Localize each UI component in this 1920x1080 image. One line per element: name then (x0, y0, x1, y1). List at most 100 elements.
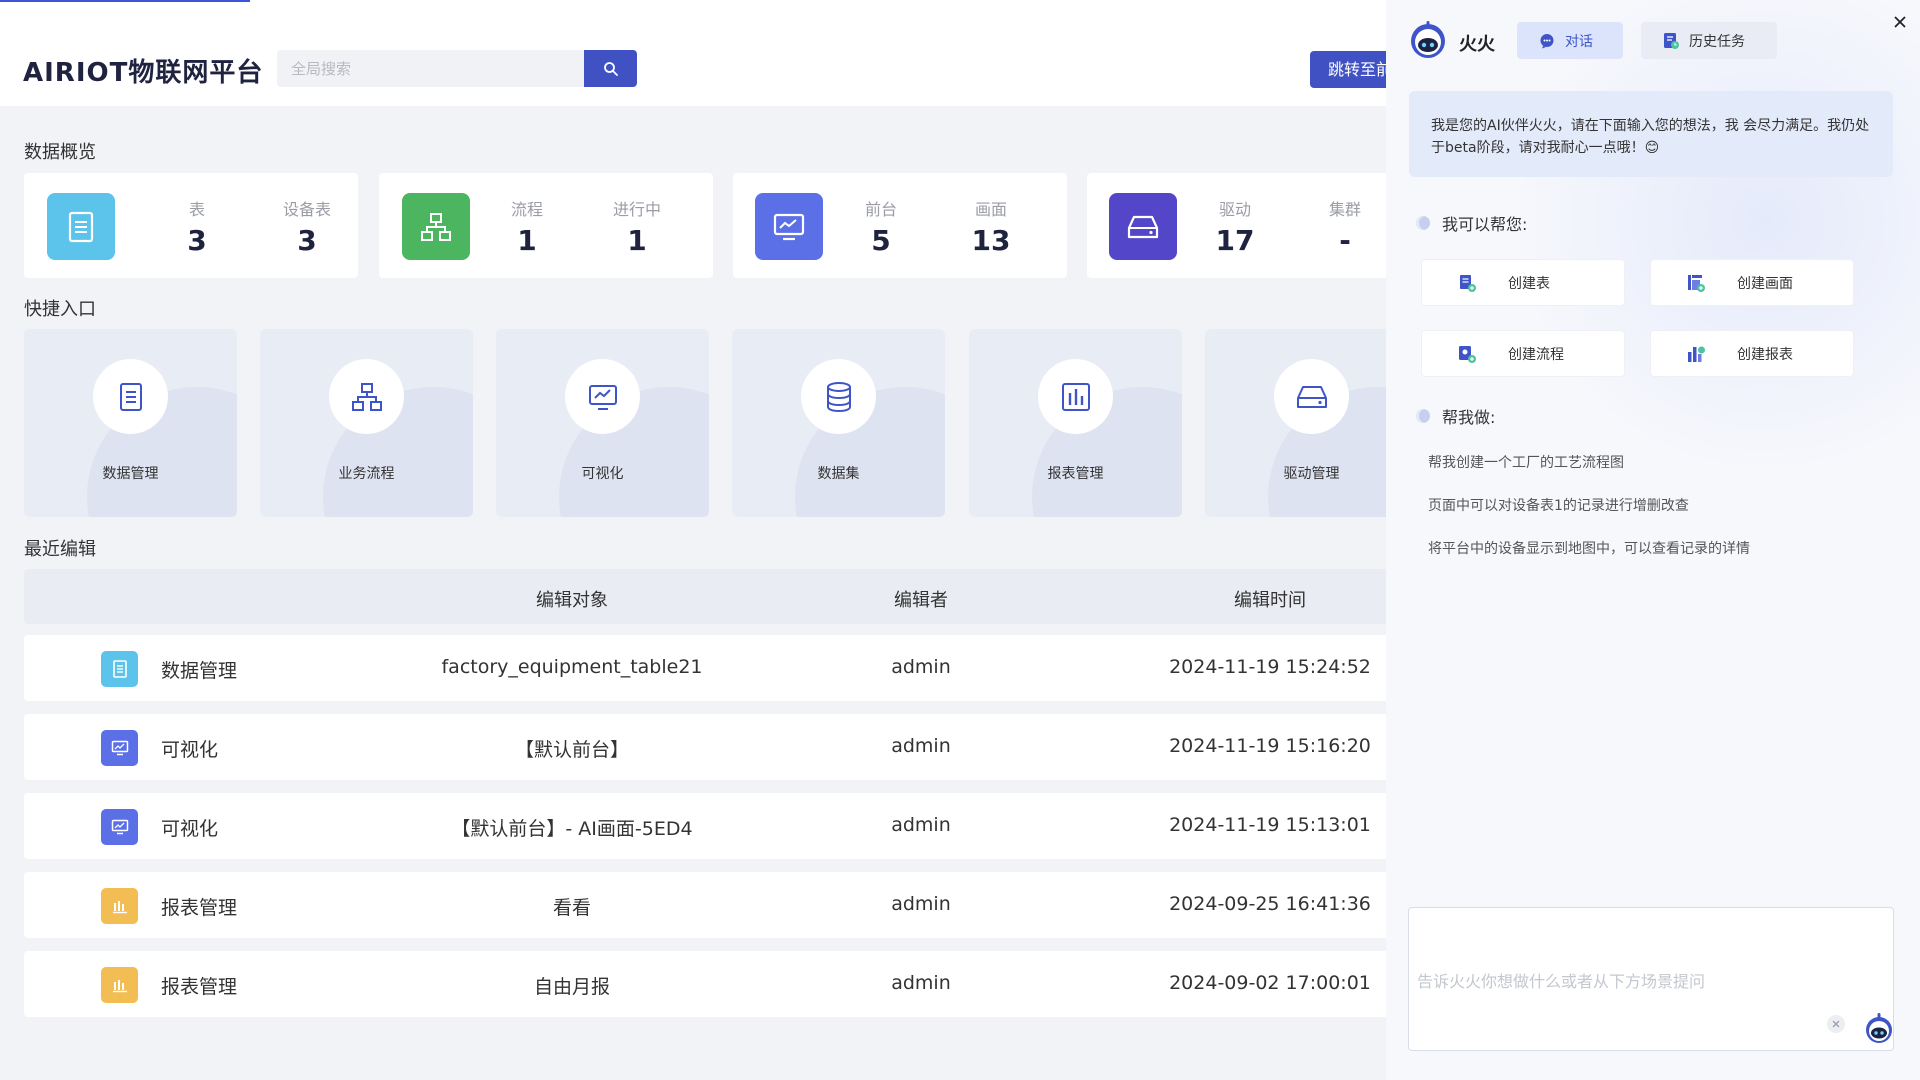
row-time: 2024-09-02 17:00:01 (1169, 972, 1371, 994)
ai-assistant-panel: 火火 对话 历史任务 我是您的AI伙伴火火，请在下面输入您的想法，我 会尽力满足… (1386, 0, 1920, 1080)
stat-value: 1 (627, 224, 647, 257)
stat-value: 17 (1215, 224, 1255, 257)
chat-input[interactable] (1409, 908, 1893, 1050)
can-help-label: 我可以帮您: (1442, 215, 1528, 234)
chat-input-area (1408, 907, 1894, 1051)
monitor-icon (101, 809, 138, 845)
tab-history-label: 历史任务 (1689, 33, 1745, 50)
table-row[interactable]: 报表管理 自由月报 admin 2024-09-02 17:00:01 (24, 951, 1386, 1017)
row-editor: admin (891, 814, 951, 836)
tab-chat[interactable]: 对话 (1517, 22, 1623, 59)
table-row[interactable]: 可视化 【默认前台】- AI画面-5ED4 admin 2024-11-19 1… (24, 793, 1386, 859)
bubble-dot-icon (1416, 409, 1430, 423)
jump-to-frontend-button[interactable]: 跳转至前台 (1310, 51, 1386, 88)
row-type: 数据管理 (161, 660, 238, 682)
suggestion-item[interactable]: 页面中可以对设备表1的记录进行增删改查 (1428, 495, 1689, 515)
quick-entry-driver-management[interactable]: 驱动管理 (1205, 329, 1386, 517)
global-search-input[interactable] (277, 50, 584, 87)
column-header-editor: 编辑者 (894, 590, 948, 611)
close-panel-button[interactable] (1888, 10, 1912, 34)
stat-label: 流程 (510, 200, 543, 219)
chat-icon (1539, 33, 1555, 49)
stat-label: 设备表 (282, 200, 331, 219)
stat-card-frontends[interactable]: 前台 5 画面 13 (733, 173, 1067, 278)
greeting-message: 我是您的AI伙伴火火，请在下面输入您的想法，我 会尽力满足。我仍处于beta阶段… (1409, 91, 1893, 177)
close-icon (1894, 16, 1906, 28)
create-screen-button[interactable]: 创建画面 (1650, 259, 1854, 306)
tab-history[interactable]: 历史任务 (1641, 22, 1777, 59)
bar-chart-icon (1038, 359, 1113, 434)
main-page: AIRIOT物联网平台 跳转至前台 数据概览 表3 设备表3 流程1 进行中1 … (0, 0, 1386, 1080)
create-flow-button[interactable]: 创建流程 (1421, 330, 1625, 377)
monitor-icon (755, 193, 823, 260)
table-row[interactable]: 报表管理 看看 admin 2024-09-25 16:41:36 (24, 872, 1386, 938)
suggestion-item[interactable]: 帮我创建一个工厂的工艺流程图 (1428, 452, 1624, 472)
quick-entry-business-flow[interactable]: 业务流程 (260, 329, 473, 517)
row-time: 2024-11-19 15:24:52 (1169, 656, 1371, 678)
search-button[interactable] (584, 50, 637, 87)
column-header-time: 编辑时间 (1234, 590, 1306, 611)
quick-entry-report-management[interactable]: 报表管理 (969, 329, 1182, 517)
table-row[interactable]: 可视化 【默认前台】 admin 2024-11-19 15:16:20 (24, 714, 1386, 780)
row-time: 2024-09-25 16:41:36 (1169, 893, 1371, 915)
send-robot-icon[interactable] (1864, 1012, 1894, 1044)
row-object[interactable]: 【默认前台】- AI画面-5ED4 (372, 814, 772, 841)
search-icon (603, 61, 618, 76)
quick-entry-data-management[interactable]: 数据管理 (24, 329, 237, 517)
stat-value: 13 (971, 224, 1011, 257)
row-object[interactable]: 看看 (372, 893, 772, 920)
top-accent-line (0, 0, 250, 2)
stat-value: - (1339, 224, 1351, 257)
clear-input-button[interactable] (1827, 1015, 1845, 1033)
row-object[interactable]: 自由月报 (372, 972, 772, 999)
create-table-icon (1456, 272, 1478, 294)
panel-background-glow (1506, 0, 1920, 480)
can-help-title: 我可以帮您: (1416, 211, 1527, 235)
quick-entry-dataset[interactable]: 数据集 (732, 329, 945, 517)
row-object[interactable]: factory_equipment_table21 (372, 656, 772, 678)
stat-label: 进行中 (612, 200, 661, 219)
drive-icon (1109, 193, 1177, 260)
create-report-label: 创建报表 (1737, 346, 1793, 363)
quick-entry-label: 可视化 (581, 466, 624, 482)
recent-table-header: 编辑对象 编辑者 编辑时间 (24, 569, 1386, 624)
recent-edits-title: 最近编辑 (24, 539, 96, 560)
app-title: AIRIOT物联网平台 (23, 58, 264, 88)
quick-entry-title: 快捷入口 (24, 299, 96, 320)
create-table-button[interactable]: 创建表 (1421, 259, 1625, 306)
bar-chart-icon (101, 888, 138, 924)
row-time: 2024-11-19 15:13:01 (1169, 814, 1371, 836)
stat-card-flows[interactable]: 流程 1 进行中 1 (379, 173, 713, 278)
stat-card-drivers[interactable]: 驱动 17 集群 - (1087, 173, 1386, 278)
assistant-name: 火火 (1459, 34, 1495, 55)
create-report-icon (1685, 343, 1707, 365)
create-screen-label: 创建画面 (1737, 275, 1793, 292)
monitor-icon (101, 730, 138, 766)
quick-entry-visualization[interactable]: 可视化 (496, 329, 709, 517)
stat-label: 前台 (864, 200, 897, 219)
bubble-dot-icon (1416, 216, 1430, 230)
stat-card-tables[interactable]: 表3 设备表 3 (24, 173, 358, 278)
quick-entry-label: 驱动管理 (1283, 466, 1340, 482)
row-object[interactable]: 【默认前台】 (372, 735, 772, 762)
create-report-button[interactable]: 创建报表 (1650, 330, 1854, 377)
row-type: 可视化 (161, 739, 219, 761)
quick-entry-label: 业务流程 (338, 466, 395, 482)
create-table-label: 创建表 (1508, 275, 1550, 292)
row-type: 报表管理 (161, 976, 238, 998)
stat-value: 5 (871, 224, 891, 257)
quick-entry-label: 数据集 (817, 466, 860, 482)
flowchart-icon (402, 193, 470, 260)
stat-label: 画面 (974, 200, 1007, 219)
suggestion-item[interactable]: 将平台中的设备显示到地图中，可以查看记录的详情 (1428, 538, 1750, 558)
stat-device-tables: 设备表 3 (267, 196, 347, 257)
row-editor: admin (891, 735, 951, 757)
row-time: 2024-11-19 15:16:20 (1169, 735, 1371, 757)
table-row[interactable]: 数据管理 factory_equipment_table21 admin 202… (24, 635, 1386, 701)
history-icon (1663, 32, 1679, 50)
stat-value: 3 (187, 224, 207, 257)
help-do-title: 帮我做: (1416, 404, 1495, 428)
tab-chat-label: 对话 (1565, 33, 1593, 50)
create-flow-icon (1456, 343, 1478, 365)
stat-value: 3 (297, 224, 317, 257)
